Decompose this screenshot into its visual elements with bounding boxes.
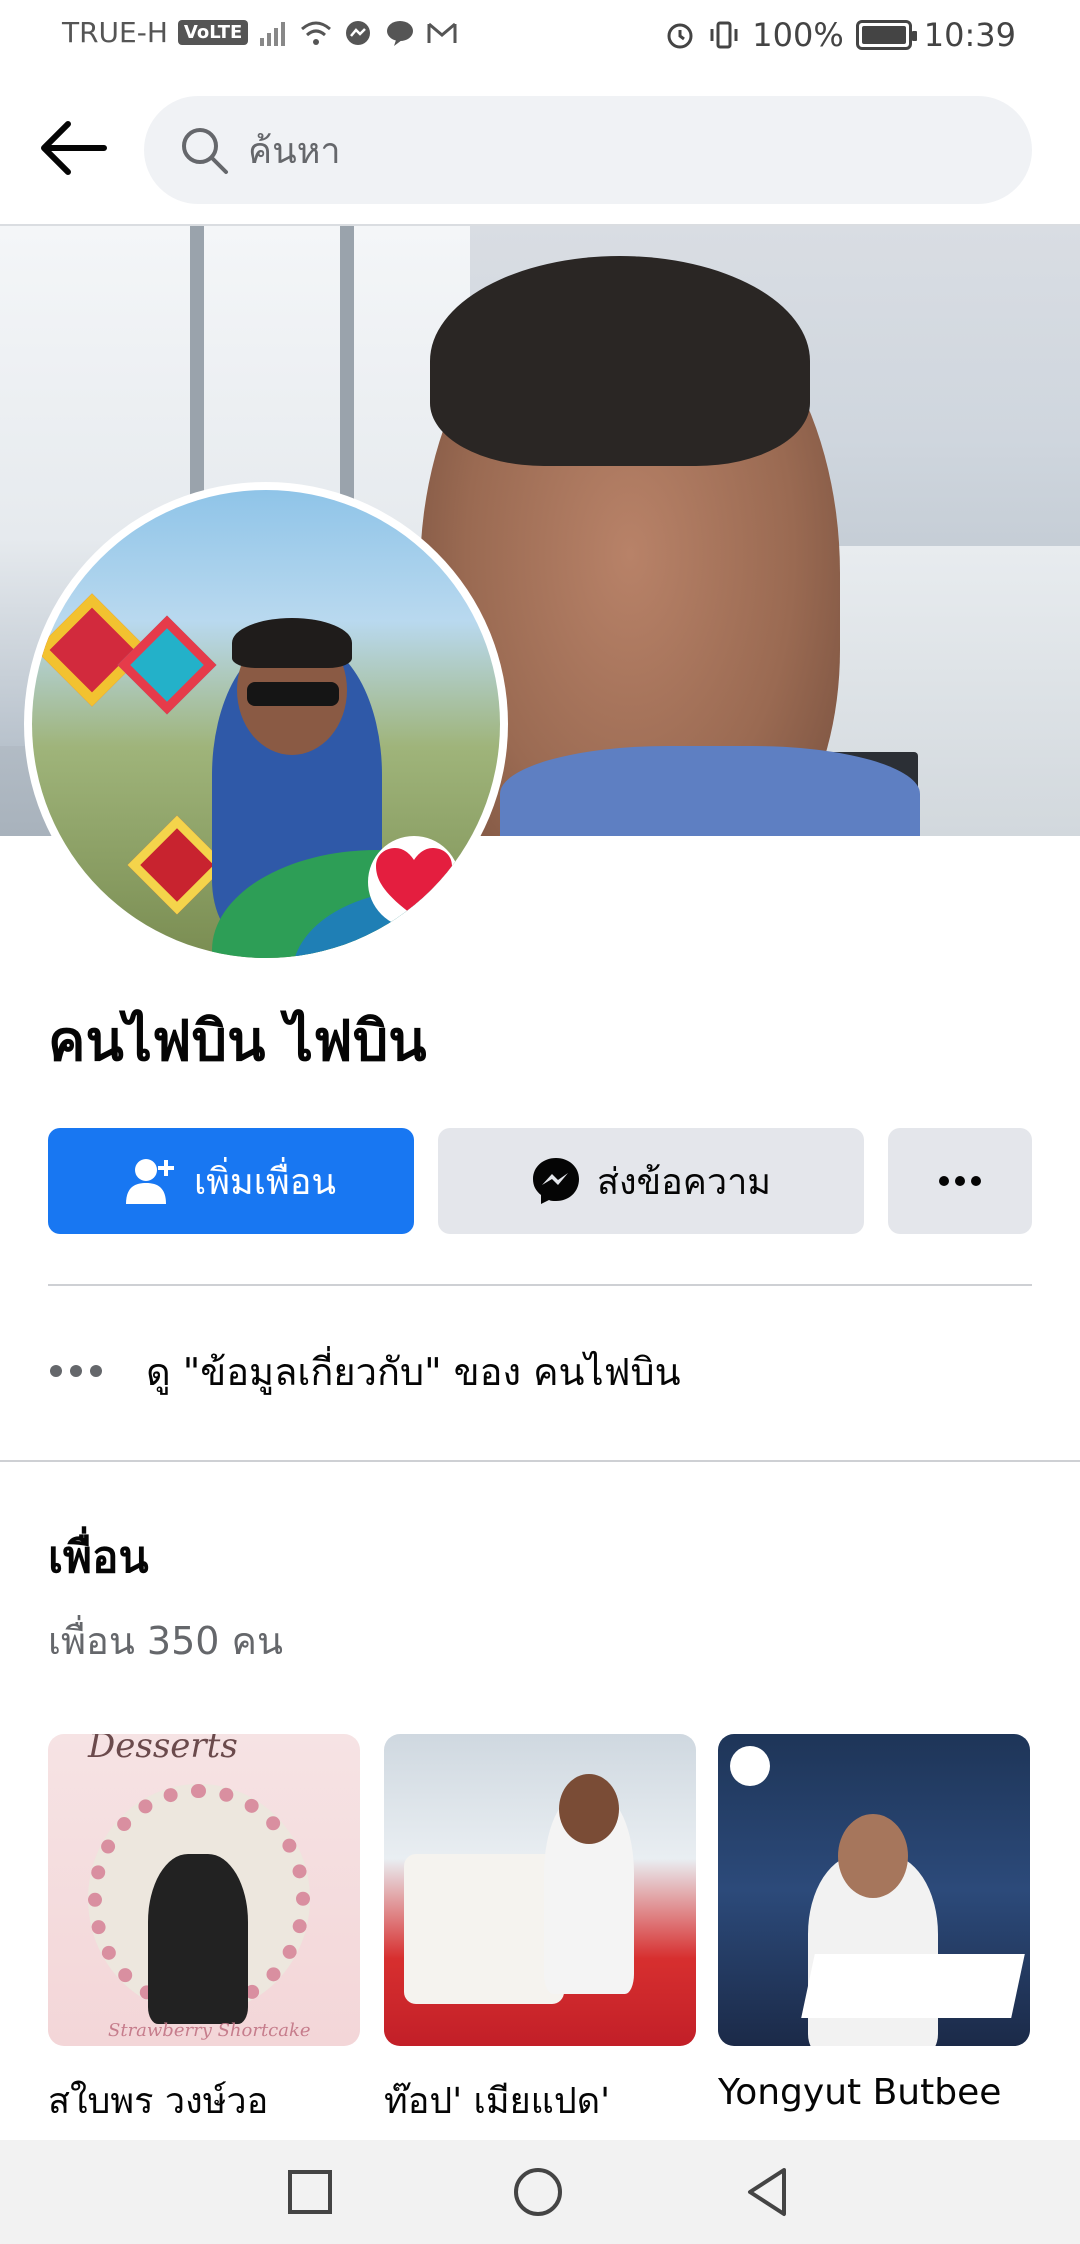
friends-section-title: เพื่อน (48, 1532, 149, 1583)
decoration (117, 615, 217, 715)
message-button[interactable]: ส่งข้อความ (438, 1128, 864, 1234)
friend-photo (384, 1734, 696, 2046)
search-header: ค้นหา (0, 86, 1080, 214)
avatar-person-hair (232, 618, 352, 668)
home-icon[interactable] (512, 2166, 564, 2218)
heart-icon (376, 848, 452, 916)
profile-picture[interactable] (24, 482, 508, 966)
battery-icon (855, 20, 917, 50)
gmail-notification-icon (427, 22, 457, 43)
messenger-icon (532, 1158, 579, 1204)
photo-banner (801, 1954, 1025, 2018)
photo-title-text: Desserts (88, 1734, 238, 1766)
about-link[interactable]: ดู "ข้อมูลเกี่ยวกับ" ของ คนไฟบิน (48, 1336, 1032, 1406)
wifi-icon (301, 21, 332, 45)
mourning-ribbon-icon (730, 1746, 770, 1786)
about-text: ดู "ข้อมูลเกี่ยวกับ" ของ คนไฟบิน (146, 1349, 681, 1394)
message-label: ส่งข้อความ (596, 1161, 772, 1203)
friends-count[interactable]: เพื่อน 350 คน (48, 1610, 283, 1671)
friend-photo (718, 1734, 1030, 2046)
system-back-icon[interactable] (742, 2166, 794, 2218)
messenger-notification-icon (346, 20, 371, 45)
status-right: 100% 10:39 (664, 16, 1016, 54)
volte-badge: VoLTE (177, 20, 249, 45)
profile-name: คนไฟบิน ไฟบิน (48, 1009, 427, 1074)
friend-name: ท๊อป' เมียแปด' (384, 2081, 611, 2122)
system-navigation-bar (0, 2140, 1080, 2244)
photo-person (148, 1854, 248, 2024)
friend-name: Yongyut Butbee (718, 2072, 1002, 2113)
actions-divider (48, 1284, 1032, 1286)
carrier-label: TRUE-H (62, 16, 168, 49)
back-arrow-icon[interactable] (34, 116, 110, 180)
more-dots-icon (50, 1365, 102, 1377)
add-friend-label: เพิ่มเพื่อน (193, 1161, 337, 1203)
cover-person-hair (430, 256, 810, 466)
photo-sofa (404, 1854, 564, 2004)
friend-photo: Desserts Strawberry Shortcake (48, 1734, 360, 2046)
more-dots-icon (939, 1176, 981, 1186)
friend-card[interactable]: Yongyut Butbee (718, 1734, 1030, 2113)
friend-card[interactable]: Desserts Strawberry Shortcake สใบพร วงษ์… (48, 1734, 360, 2129)
profile-picture-image (32, 490, 500, 958)
photo-person-head (559, 1774, 619, 1844)
cover-person-shirt (500, 746, 920, 836)
search-input[interactable]: ค้นหา (144, 96, 1032, 204)
clock: 10:39 (923, 16, 1016, 54)
heart-badge (368, 836, 460, 928)
signal-icon (260, 21, 286, 46)
section-divider (0, 1460, 1080, 1462)
alarm-icon (667, 23, 693, 49)
line-notification-icon (387, 20, 414, 46)
friend-name: สใบพร วงษ์วอ (48, 2081, 269, 2122)
add-friend-button[interactable]: เพิ่มเพื่อน (48, 1128, 414, 1234)
status-bar: TRUE-H VoLTE 100% 10:39 (0, 0, 1080, 72)
vibrate-icon (710, 21, 738, 49)
more-options-button[interactable] (888, 1128, 1032, 1234)
battery-percent: 100% (752, 16, 844, 54)
photo-caption-text: Strawberry Shortcake (108, 2020, 311, 2041)
search-icon (182, 128, 228, 174)
recent-apps-icon[interactable] (284, 2166, 336, 2218)
photo-person-head (838, 1814, 908, 1898)
status-left: TRUE-H VoLTE (62, 16, 458, 49)
search-placeholder: ค้นหา (248, 130, 341, 172)
friend-card[interactable]: ท๊อป' เมียแปด' (384, 1734, 696, 2129)
add-friend-icon (125, 1159, 174, 1204)
avatar-sunglasses (247, 682, 339, 706)
